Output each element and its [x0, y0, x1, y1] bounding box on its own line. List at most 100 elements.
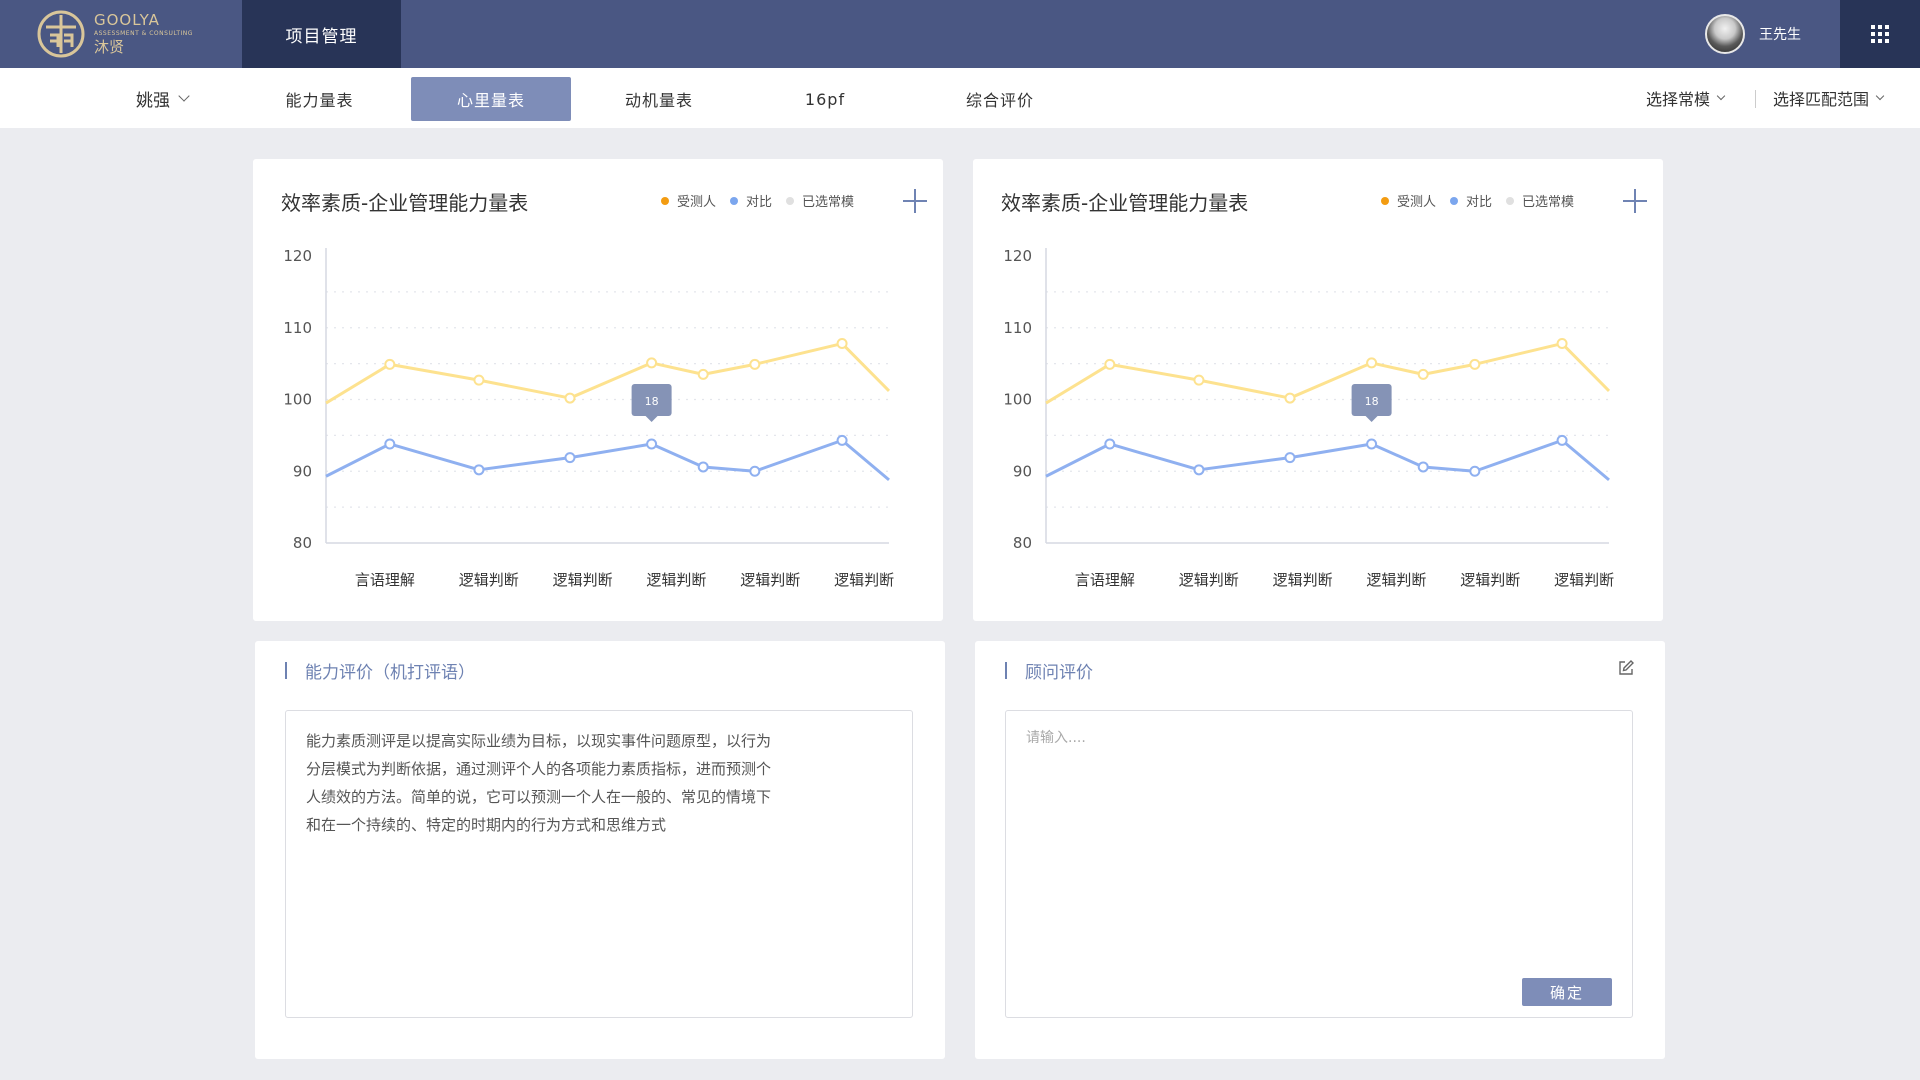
edit-icon[interactable] [1617, 659, 1635, 677]
data-point[interactable] [384, 438, 396, 450]
data-point[interactable] [697, 461, 709, 473]
data-point[interactable] [473, 374, 485, 386]
data-point[interactable] [1417, 368, 1429, 380]
data-point[interactable] [836, 338, 848, 350]
data-point[interactable] [1556, 434, 1568, 446]
data-point[interactable] [697, 368, 709, 380]
tab-motivation-scale[interactable]: 动机量表 [600, 77, 718, 121]
x-tick-label: 逻辑判断 [646, 571, 706, 589]
logo[interactable]: GOOLYA ASSESSMENT & CONSULTING 沐贤 [36, 8, 193, 60]
data-point[interactable] [836, 434, 848, 446]
user-menu[interactable]: 王先生 [1705, 14, 1801, 54]
y-tick-label: 90 [1013, 462, 1032, 480]
data-point[interactable] [1469, 358, 1481, 370]
section-header: 顾问评价 [1005, 659, 1093, 683]
data-point[interactable] [473, 464, 485, 476]
eval-line: 人绩效的方法。简单的说，它可以预测一个人在一般的、常见的情境下 [306, 788, 772, 806]
chart-card-left: 效率素质-企业管理能力量表 受测人 对比 已选常模 120 110 100 90 80 言… [253, 159, 943, 621]
chevron-down-icon [1716, 91, 1726, 101]
nav-project-management[interactable]: 项目管理 [242, 0, 401, 68]
grid-icon [1871, 25, 1889, 43]
norm-filter-label: 选择常模 [1646, 90, 1711, 109]
section-bar [1005, 661, 1007, 679]
ability-eval-textbox[interactable]: 能力素质测评是以提高实际业绩为目标，以现实事件问题原型，以行为 分层模式为判断依… [285, 710, 913, 1018]
brand-name-en: GOOLYA [94, 11, 160, 29]
eval-line: 能力素质测评是以提高实际业绩为目标，以现实事件问题原型，以行为 [306, 732, 772, 750]
x-tick-label: 言语理解 [355, 571, 415, 589]
brand-name-cn: 沐贤 [94, 38, 125, 56]
data-point[interactable] [1284, 392, 1296, 404]
data-point[interactable] [749, 358, 761, 370]
consultant-eval-textarea[interactable]: 请输入.... 确定 [1005, 710, 1633, 1018]
y-tick-label: 80 [293, 534, 312, 552]
section-title: 顾问评价 [1025, 662, 1093, 683]
data-point[interactable] [1366, 357, 1378, 369]
y-tick-label: 110 [1003, 319, 1032, 337]
tab-16pf[interactable]: 16pf [780, 77, 870, 121]
line-chart: 120 110 100 90 80 言语理解 逻辑判断 逻辑判断 逻辑判断 逻辑判断 逻辑判断 18 [283, 247, 894, 589]
person-name: 姚强 [136, 90, 170, 111]
y-tick-label: 90 [293, 462, 312, 480]
apps-grid-button[interactable] [1840, 0, 1920, 68]
section-title: 能力评价（机打评语） [305, 662, 475, 683]
y-tick-label: 120 [1003, 247, 1032, 265]
confirm-button[interactable]: 确定 [1522, 978, 1612, 1006]
ability-eval-text: 能力素质测评是以提高实际业绩为目标，以现实事件问题原型，以行为 分层模式为判断依… [306, 727, 826, 839]
tooltip-text: 18 [1365, 395, 1379, 408]
data-point[interactable] [1193, 374, 1205, 386]
data-point[interactable] [1417, 461, 1429, 473]
tooltip-text: 18 [645, 395, 659, 408]
series-line [325, 438, 890, 482]
x-tick-label: 逻辑判断 [1554, 571, 1614, 589]
line-chart: 120 110 100 90 80 言语理解 逻辑判断 逻辑判断 逻辑判断 逻辑判断 逻辑判断 18 [1003, 247, 1614, 589]
data-point[interactable] [1104, 438, 1116, 450]
data-point[interactable] [646, 357, 658, 369]
eval-line: 分层模式为判断依据，通过测评个人的各项能力素质指标，进而预测个 [306, 760, 772, 778]
tab-comprehensive-eval[interactable]: 综合评价 [940, 77, 1060, 121]
data-point[interactable] [1104, 358, 1116, 370]
data-point[interactable] [564, 452, 576, 464]
ability-eval-card: 能力评价（机打评语） 能力素质测评是以提高实际业绩为目标，以现实事件问题原型，以… [255, 641, 945, 1059]
x-tick-label: 逻辑判断 [459, 571, 519, 589]
y-tick-label: 120 [283, 247, 312, 265]
person-selector[interactable]: 姚强 [136, 68, 190, 128]
data-point[interactable] [1469, 465, 1481, 477]
x-tick-label: 逻辑判断 [834, 571, 894, 589]
chevron-down-icon [178, 89, 190, 102]
data-point[interactable] [1556, 338, 1568, 350]
y-tick-label: 110 [283, 319, 312, 337]
y-tick-label: 100 [283, 391, 312, 409]
data-point[interactable] [1284, 452, 1296, 464]
data-point[interactable] [749, 465, 761, 477]
section-bar [285, 661, 287, 679]
data-point[interactable] [1193, 464, 1205, 476]
data-point[interactable] [384, 358, 396, 370]
textarea-placeholder: 请输入.... [1026, 730, 1086, 746]
range-filter-label: 选择匹配范围 [1773, 90, 1870, 109]
x-tick-label: 逻辑判断 [740, 571, 800, 589]
y-tick-label: 100 [1003, 391, 1032, 409]
x-tick-label: 言语理解 [1075, 571, 1135, 589]
x-tick-label: 逻辑判断 [553, 571, 613, 589]
consultant-eval-card: 顾问评价 请输入.... 确定 [975, 641, 1665, 1059]
eval-line: 和在一个持续的、特定的时期内的行为方式和思维方式 [306, 816, 667, 834]
tab-psychology-scale[interactable]: 心里量表 [411, 77, 571, 121]
tab-ability-scale[interactable]: 能力量表 [262, 77, 377, 121]
y-tick-label: 80 [1013, 534, 1032, 552]
divider [1755, 90, 1756, 108]
series-line [1045, 438, 1610, 482]
section-header: 能力评价（机打评语） [285, 659, 475, 683]
x-tick-label: 逻辑判断 [1273, 571, 1333, 589]
tooltip: 18 [631, 383, 672, 422]
data-point[interactable] [1366, 438, 1378, 450]
x-tick-label: 逻辑判断 [1366, 571, 1426, 589]
x-tick-label: 逻辑判断 [1460, 571, 1520, 589]
tooltip: 18 [1351, 383, 1392, 422]
avatar[interactable] [1705, 14, 1745, 54]
data-point[interactable] [564, 392, 576, 404]
data-point[interactable] [646, 438, 658, 450]
norm-filter[interactable]: 选择常模 [1646, 68, 1726, 128]
brand-tagline: ASSESSMENT & CONSULTING [94, 30, 193, 37]
chevron-down-icon [1875, 91, 1885, 101]
range-filter[interactable]: 选择匹配范围 [1773, 68, 1885, 128]
